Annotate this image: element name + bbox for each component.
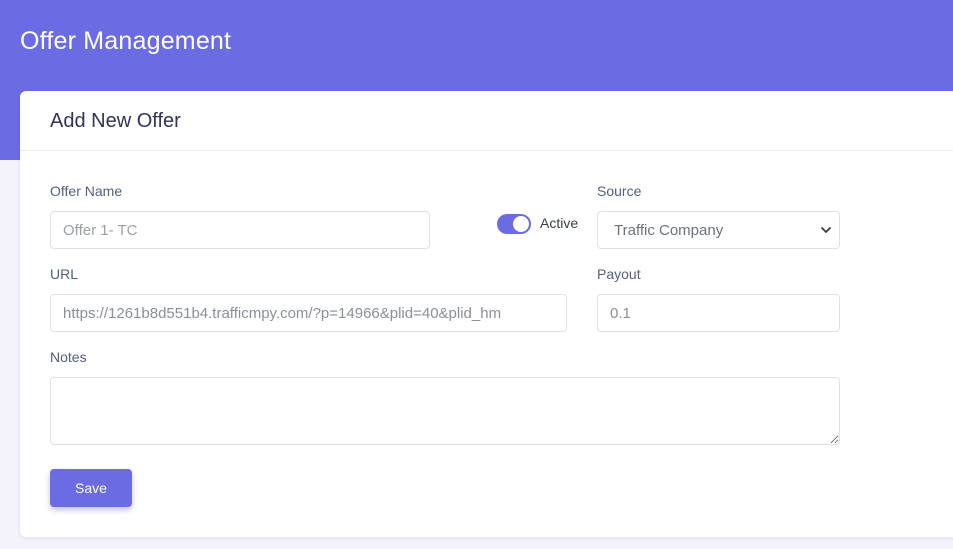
active-toggle[interactable] (497, 214, 531, 234)
source-select[interactable]: Traffic Company (597, 211, 840, 249)
active-toggle-label: Active (540, 215, 579, 231)
add-offer-card: Add New Offer Offer Name Active Source T… (20, 91, 953, 537)
payout-label: Payout (597, 266, 641, 282)
url-input[interactable] (50, 294, 567, 332)
save-button[interactable]: Save (50, 469, 132, 507)
payout-input[interactable] (597, 294, 840, 332)
source-label: Source (597, 183, 642, 199)
offer-name-label: Offer Name (50, 183, 123, 199)
offer-name-input[interactable] (50, 211, 430, 249)
toggle-knob (513, 216, 529, 232)
url-label: URL (50, 266, 79, 282)
source-select-wrap: Traffic Company (597, 211, 840, 249)
notes-label: Notes (50, 349, 87, 365)
card-header: Add New Offer (20, 91, 953, 151)
notes-textarea[interactable] (50, 377, 840, 445)
page-title: Offer Management (20, 27, 232, 55)
card-title: Add New Offer (50, 110, 181, 132)
